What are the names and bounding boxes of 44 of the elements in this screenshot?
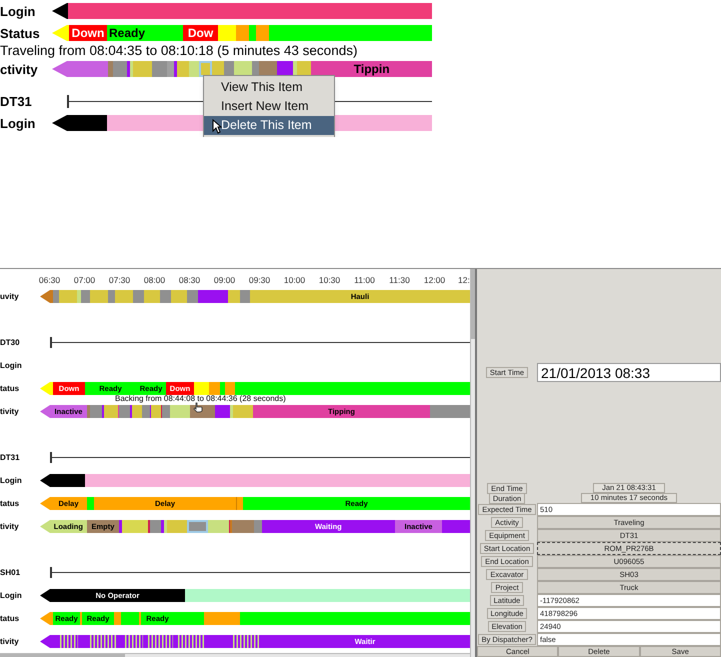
row-label: Login <box>0 476 23 484</box>
row-label: tivity <box>0 408 20 416</box>
horizontal-scrollbar[interactable] <box>0 653 470 657</box>
row-label: DT31 <box>0 94 33 108</box>
start-time-input[interactable]: 21/01/2013 08:33 <box>537 363 721 382</box>
menu-item[interactable]: Delete This Item <box>204 116 334 135</box>
time-label: 10:00 <box>282 275 306 285</box>
time-label: 09:00 <box>212 275 236 285</box>
row-label: ctivity <box>0 62 39 76</box>
row-label: SH01 <box>0 568 22 576</box>
time-label: 12:00 <box>422 275 446 285</box>
pointer-cursor-icon <box>212 119 222 134</box>
row-label: uvity <box>0 292 20 300</box>
timeline-segment[interactable]: Ready <box>107 25 147 41</box>
timeline-segment[interactable]: Down <box>69 25 107 41</box>
time-label: 10:30 <box>318 275 342 285</box>
time-range-text: Backing from 08:44:08 to 08:44:36 (28 seconds) <box>115 394 286 403</box>
time-label: 08:30 <box>178 275 202 285</box>
row-label: tivity <box>0 638 20 646</box>
timeline-segment[interactable]: Tippin <box>311 61 432 77</box>
time-label: 08:00 <box>142 275 166 285</box>
hand-cursor-icon <box>193 402 203 413</box>
time-label: 12: <box>457 275 470 285</box>
menu-item[interactable]: View This Item <box>204 78 334 97</box>
row-label: tivity <box>0 522 20 530</box>
time-range-text: Traveling from 08:04:35 to 08:10:18 (5 minutes 43 seconds) <box>0 44 358 58</box>
time-label: 11:00 <box>353 275 376 285</box>
row-label: Login <box>0 116 36 130</box>
row-label: tatus <box>0 384 20 392</box>
time-label: 06:30 <box>38 275 62 285</box>
row-label: tatus <box>0 500 20 508</box>
row-label: Login <box>0 592 23 600</box>
time-label: 11:30 <box>388 275 411 285</box>
row-label: DT30 <box>0 338 21 346</box>
menu-item[interactable]: Insert New Item <box>204 97 334 116</box>
timeline-segment[interactable]: Dow <box>183 25 218 41</box>
time-label: 07:00 <box>72 275 96 285</box>
time-label: 09:30 <box>248 275 272 285</box>
row-label: Login <box>0 362 23 370</box>
row-label: tatus <box>0 614 20 622</box>
row-label: DT31 <box>0 454 21 462</box>
row-label: Login <box>0 4 36 18</box>
time-label: 07:30 <box>108 275 132 285</box>
row-label: Status <box>0 26 41 40</box>
